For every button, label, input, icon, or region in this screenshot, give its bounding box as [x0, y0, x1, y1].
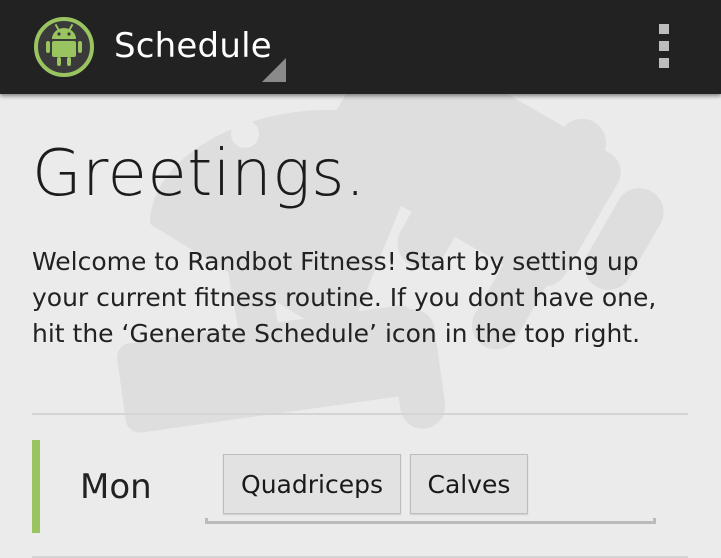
android-robot-icon[interactable] — [32, 15, 96, 79]
schedule-day-row[interactable]: Mon Quadriceps Calves — [32, 440, 688, 534]
overflow-dot — [659, 24, 669, 34]
greeting-heading: Greetings. — [32, 137, 366, 211]
divider — [32, 413, 688, 415]
day-label: Mon — [80, 467, 152, 507]
muscle-chip-calves[interactable]: Calves — [410, 454, 528, 514]
dropdown-corner-icon[interactable] — [262, 58, 286, 82]
day-accent-bar — [32, 440, 40, 533]
main-content: Greetings. Welcome to Randbot Fitness! S… — [0, 94, 721, 558]
action-bar: Schedule — [0, 0, 721, 94]
overflow-dot — [659, 41, 669, 51]
welcome-message: Welcome to Randbot Fitness! Start by set… — [32, 247, 657, 348]
overflow-dot — [659, 58, 669, 68]
chip-group-underline — [205, 518, 656, 524]
app-title[interactable]: Schedule — [114, 24, 272, 68]
overflow-menu-icon[interactable] — [650, 22, 678, 70]
muscle-chip-quadriceps[interactable]: Quadriceps — [223, 454, 401, 514]
